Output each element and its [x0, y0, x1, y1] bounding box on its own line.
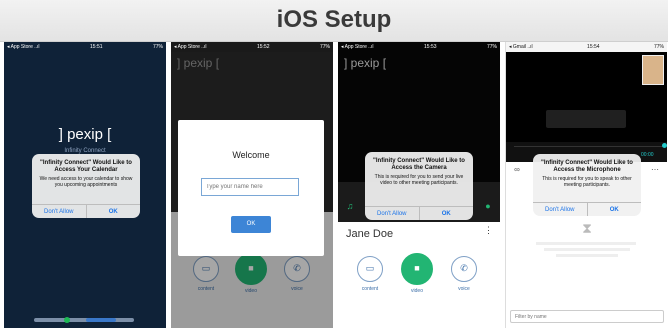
clock-label: 15:53 [424, 44, 437, 50]
more-options-icon[interactable]: ⋮ [484, 226, 493, 235]
status-bar: ◂ Gmail ..ıl 15:54 77% [506, 42, 667, 52]
dialog-buttons: Don't Allow OK [365, 206, 473, 220]
camera-icon: ■ [414, 263, 420, 273]
hourglass-icon: ⧗ [582, 220, 592, 236]
page-indicator-track [34, 318, 134, 322]
microphone-icon[interactable]: ● [482, 202, 494, 211]
page-title: iOS Setup [276, 6, 392, 33]
carrier-label: ◂ Gmail ..ıl [509, 44, 533, 50]
link-icon[interactable]: ∞ [512, 165, 522, 174]
time-readout: 00:00 [641, 152, 654, 158]
ok-button[interactable]: OK [418, 207, 474, 220]
participant-name: Jane Doe [346, 228, 394, 240]
name-input[interactable] [201, 178, 299, 196]
status-bar: ◂ App Store ..ıl 15:51 77% [4, 42, 166, 52]
voice-label: voice [458, 286, 470, 292]
phone-screen-microphone: ◂ Gmail ..ıl 15:54 77% 00:00 ∞ ⋯ "Infini… [505, 42, 667, 328]
status-bar: ◂ App Store ..ıl 15:53 77% [338, 42, 500, 52]
faint-text-line [556, 254, 618, 257]
permission-dialog: "Infinity Connect" Would Like to Access … [32, 154, 140, 218]
ok-button[interactable]: OK [586, 203, 642, 216]
progress-track [514, 146, 664, 147]
dialog-title: "Infinity Connect" Would Like to Access … [541, 160, 633, 173]
content-label: content [361, 286, 379, 292]
video-placeholder-bar [546, 110, 626, 128]
dont-allow-button[interactable]: Don't Allow [365, 207, 419, 220]
battery-label: 77% [319, 44, 330, 50]
phone-icon: ✆ [460, 263, 468, 273]
video-label: video [411, 288, 423, 294]
phone-screen-camera: ◂ App Store ..ıl 15:53 77% ] pexip [ ♫ ●… [338, 42, 500, 328]
dialog-buttons: Don't Allow OK [32, 204, 140, 218]
progress-handle[interactable] [662, 143, 667, 148]
page-indicator-dot [64, 317, 70, 323]
welcome-title: Welcome [232, 150, 270, 160]
dialog-message: This is required for you to send your li… [374, 174, 464, 186]
dialog-title: "Infinity Connect" Would Like to Access … [373, 158, 465, 171]
dont-allow-button[interactable]: Don't Allow [533, 203, 587, 216]
clock-label: 15:54 [587, 44, 600, 50]
welcome-modal: Welcome OK [178, 120, 324, 256]
filter-input[interactable] [510, 310, 664, 323]
permission-dialog: "Infinity Connect" Would Like to Access … [533, 154, 641, 216]
clock-label: 15:52 [257, 44, 270, 50]
carrier-label: ◂ App Store ..ıl [174, 44, 207, 50]
headphones-icon[interactable]: ♫ [344, 202, 356, 211]
welcome-ok-button[interactable]: OK [231, 216, 271, 233]
dont-allow-button[interactable]: Don't Allow [32, 205, 86, 218]
battery-label: 77% [152, 44, 163, 50]
screen-share-icon: ▭ [365, 263, 375, 273]
battery-label: 77% [486, 44, 497, 50]
clock-label: 15:51 [90, 44, 103, 50]
faint-text-line [536, 242, 636, 245]
phone-screen-calendar: ◂ App Store ..ıl 15:51 77% ] pexip [ Inf… [4, 42, 166, 328]
battery-label: 77% [653, 44, 664, 50]
phone-screen-welcome: ◂ App Store ..ıl 15:52 77% ] pexip [ ▭ c… [171, 42, 333, 328]
self-view-thumbnail [642, 55, 664, 85]
header-bar: iOS Setup [0, 0, 668, 42]
status-bar: ◂ App Store ..ıl 15:52 77% [171, 42, 333, 52]
more-options-icon[interactable]: ⋯ [650, 165, 660, 174]
dialog-title: "Infinity Connect" Would Like to Access … [40, 160, 132, 173]
ok-button[interactable]: OK [85, 205, 141, 218]
pexip-logo: ] pexip [ [58, 126, 112, 143]
dialog-message: We need access to your calendar to show … [39, 176, 133, 188]
carrier-label: ◂ App Store ..ıl [7, 44, 40, 50]
faint-text-line [544, 248, 630, 251]
pexip-logo: ] pexip [ [344, 56, 387, 70]
dialog-message: This is required for you to speak to oth… [542, 176, 632, 188]
carrier-label: ◂ App Store ..ıl [341, 44, 374, 50]
page-indicator-active [86, 318, 116, 322]
dialog-buttons: Don't Allow OK [533, 202, 641, 216]
permission-dialog: "Infinity Connect" Would Like to Access … [365, 152, 473, 220]
